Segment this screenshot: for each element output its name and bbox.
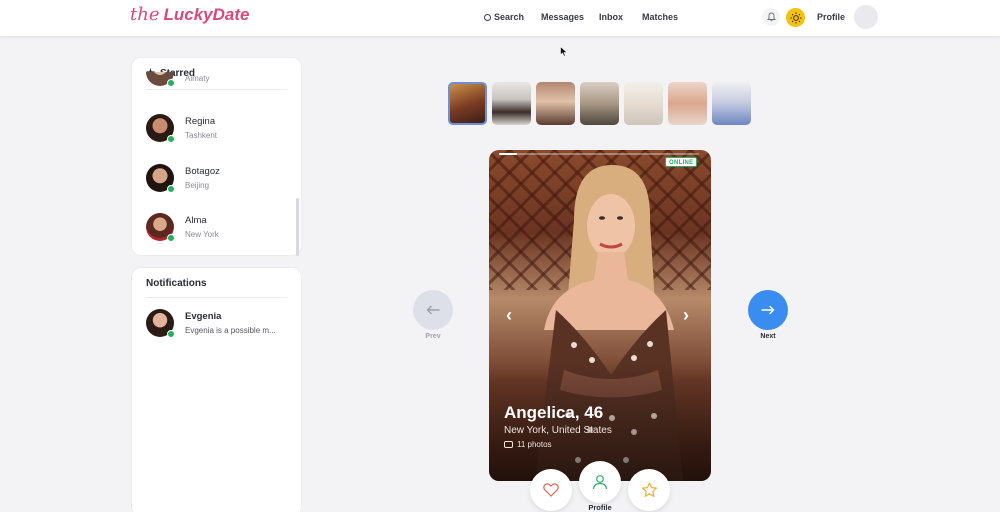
view-profile-button[interactable] <box>579 461 621 503</box>
starred-item-name: Botagoz <box>185 166 220 177</box>
user-icon <box>592 475 608 490</box>
star-outline-icon <box>641 482 657 497</box>
online-indicator <box>167 135 175 143</box>
thumbnail-5[interactable] <box>624 82 663 125</box>
online-indicator <box>167 79 175 87</box>
divider <box>146 297 287 298</box>
bell-icon <box>766 12 776 22</box>
notifications-title: Notifications <box>146 278 207 289</box>
photo-count-label: 11 photos <box>517 440 552 449</box>
starred-panel: ★ Starred Almaty Regina Tashkent Botagoz… <box>131 57 302 256</box>
profile-location: New York, United States <box>504 425 612 436</box>
starred-item-botagoz[interactable]: Botagoz Beijing <box>146 160 291 196</box>
top-header: the LuckyDate Search Messages Inbox Matc… <box>0 0 1000 37</box>
prev-button[interactable] <box>413 290 453 330</box>
next-button[interactable] <box>748 290 788 330</box>
logo[interactable]: the LuckyDate <box>130 4 249 32</box>
starred-avatar <box>146 114 175 143</box>
photo-progress-bar <box>499 153 699 155</box>
profile-name-age: Angelica, 46 <box>504 403 604 422</box>
thumbnail-1[interactable] <box>448 82 487 125</box>
next-label: Next <box>760 333 776 340</box>
starred-scrollbar[interactable] <box>296 198 299 256</box>
favorite-button[interactable] <box>628 469 670 511</box>
card-next-arrow-icon[interactable]: › <box>683 305 689 326</box>
notification-name: Evgenia <box>185 311 222 322</box>
starred-item-alma[interactable]: Alma New York <box>146 209 291 245</box>
heart-icon <box>543 483 559 497</box>
notifications-bell-button[interactable] <box>762 8 780 26</box>
card-prev-arrow-icon[interactable]: ‹ <box>506 305 512 326</box>
thumbnail-7[interactable] <box>712 82 751 125</box>
notification-avatar <box>146 309 175 338</box>
divider <box>146 89 287 90</box>
starred-item-city: New York <box>185 230 219 239</box>
starred-avatar <box>146 164 175 193</box>
mouse-cursor-icon <box>560 46 568 57</box>
main-nav: Search Messages Inbox Matches <box>484 12 702 22</box>
sun-icon <box>790 12 801 23</box>
thumbnail-4[interactable] <box>580 82 619 125</box>
photo-progress-fill <box>499 153 517 155</box>
nav-inbox[interactable]: Inbox <box>599 12 642 22</box>
notification-item[interactable]: Evgenia Evgenia is a possible m... <box>146 305 291 341</box>
thumbnail-6[interactable] <box>668 82 707 125</box>
nav-search-label: Search <box>494 12 525 22</box>
logo-name: LuckyDate <box>163 5 250 24</box>
view-profile-label: Profile <box>588 503 612 512</box>
nav-messages[interactable]: Messages <box>541 12 599 22</box>
notifications-panel: Notifications Evgenia Evgenia is a possi… <box>131 267 302 512</box>
starred-item-city: Beijing <box>185 181 210 190</box>
online-status-badge: ONLINE <box>665 157 698 167</box>
thumbnail-2[interactable] <box>492 82 531 125</box>
starred-item-city: Almaty <box>185 74 210 83</box>
user-avatar[interactable] <box>854 5 878 29</box>
profile-photo-count: 11 photos <box>504 440 552 449</box>
like-button[interactable] <box>530 469 572 511</box>
online-indicator <box>167 234 175 242</box>
online-indicator <box>167 330 175 338</box>
starred-item-name: Alma <box>185 215 207 226</box>
arrow-left-icon <box>426 305 440 315</box>
thumbnail-3[interactable] <box>536 82 575 125</box>
nav-search[interactable]: Search <box>484 12 541 22</box>
starred-avatar <box>146 72 175 87</box>
photo-thumbnails <box>448 82 751 125</box>
header-profile-link[interactable]: Profile <box>817 12 845 22</box>
nav-matches[interactable]: Matches <box>642 12 702 22</box>
camera-icon <box>504 441 513 448</box>
starred-avatar <box>146 213 175 242</box>
starred-item-regina[interactable]: Regina Tashkent <box>146 110 291 146</box>
starred-item-city: Tashkent <box>185 131 218 140</box>
starred-item-name: Regina <box>185 116 216 127</box>
prev-label: Prev <box>425 333 441 340</box>
notification-message: Evgenia is a possible m... <box>185 326 276 335</box>
search-icon <box>484 13 491 21</box>
arrow-right-icon <box>761 305 775 315</box>
theme-toggle-button[interactable] <box>786 8 805 27</box>
logo-prefix: the <box>130 4 160 25</box>
online-indicator <box>167 185 175 193</box>
